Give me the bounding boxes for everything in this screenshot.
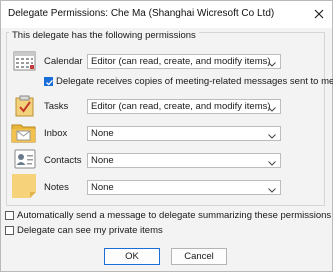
tasks-permission-value: Editor (can read, create, and modify ite… bbox=[91, 101, 271, 112]
chevron-down-icon bbox=[268, 104, 276, 115]
contacts-label: Contacts bbox=[44, 155, 82, 166]
contacts-icon bbox=[13, 148, 39, 172]
auto-send-checkbox[interactable] bbox=[5, 211, 14, 220]
inbox-permission-select[interactable]: None bbox=[87, 126, 281, 141]
inbox-permission-value: None bbox=[91, 128, 114, 139]
chevron-down-icon bbox=[268, 185, 276, 196]
calendar-permission-select[interactable]: Editor (can read, create, and modify ite… bbox=[87, 54, 281, 69]
ok-button[interactable]: OK bbox=[104, 248, 160, 265]
delegate-permissions-dialog: Delegate Permissions: Che Ma (Shanghai W… bbox=[0, 0, 333, 272]
notes-permission-select[interactable]: None bbox=[87, 180, 281, 195]
inbox-label: Inbox bbox=[44, 128, 68, 139]
permissions-legend: This delegate has the following permissi… bbox=[9, 30, 199, 41]
tasks-permission-select[interactable]: Editor (can read, create, and modify ite… bbox=[87, 99, 281, 114]
notes-permission-value: None bbox=[91, 182, 114, 193]
tasks-icon bbox=[13, 94, 39, 118]
chevron-down-icon bbox=[268, 59, 276, 70]
tasks-label: Tasks bbox=[44, 101, 69, 112]
private-items-checkbox[interactable] bbox=[5, 226, 14, 235]
notes-label: Notes bbox=[44, 182, 69, 193]
contacts-permission-select[interactable]: None bbox=[87, 153, 281, 168]
meeting-copies-checkbox[interactable] bbox=[44, 77, 53, 86]
calendar-permission-value: Editor (can read, create, and modify ite… bbox=[91, 56, 271, 67]
cancel-button[interactable]: Cancel bbox=[171, 248, 227, 265]
notes-icon bbox=[11, 173, 37, 198]
private-items-label: Delegate can see my private items bbox=[17, 225, 163, 236]
chevron-down-icon bbox=[268, 158, 276, 169]
auto-send-label: Automatically send a message to delegate… bbox=[17, 210, 332, 221]
window-title: Delegate Permissions: Che Ma (Shanghai W… bbox=[8, 8, 275, 19]
calendar-label: Calendar bbox=[44, 56, 83, 67]
chevron-down-icon bbox=[268, 131, 276, 142]
calendar-icon bbox=[13, 50, 39, 74]
meeting-copies-label: Delegate receives copies of meeting-rela… bbox=[56, 76, 333, 87]
inbox-icon bbox=[11, 121, 37, 145]
contacts-permission-value: None bbox=[91, 155, 114, 166]
title-bar: Delegate Permissions: Che Ma (Shanghai W… bbox=[1, 1, 332, 28]
close-icon[interactable] bbox=[312, 7, 326, 21]
